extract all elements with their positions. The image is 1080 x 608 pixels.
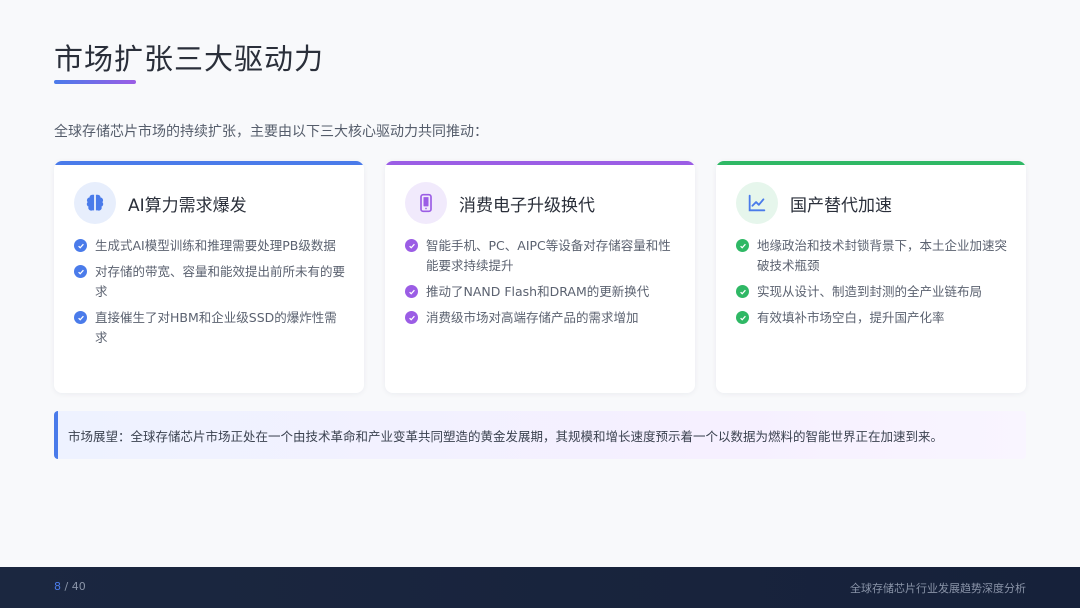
market-outlook-note: 市场展望：全球存储芯片市场正处在一个由技术革命和产业变革共同塑造的黄金发展期，其… xyxy=(54,411,1026,459)
list-item: 对存储的带宽、容量和能效提出前所未有的要求 xyxy=(74,262,346,302)
check-circle-icon xyxy=(736,285,749,298)
card-accent-bar xyxy=(385,161,695,165)
list-item: 推动了NAND Flash和DRAM的更新换代 xyxy=(405,282,677,302)
list-item-text: 有效填补市场空白，提升国产化率 xyxy=(757,310,945,325)
card-title: AI算力需求爆发 xyxy=(128,195,247,216)
list-item: 实现从设计、制造到封测的全产业链布局 xyxy=(736,282,1008,302)
deck-title: 全球存储芯片行业发展趋势深度分析 xyxy=(850,582,1026,595)
check-circle-icon xyxy=(74,311,87,324)
list-item-text: 直接催生了对HBM和企业级SSD的爆炸性需求 xyxy=(95,310,337,345)
footer-bar: 8 / 40 全球存储芯片行业发展趋势深度分析 xyxy=(0,567,1080,608)
page-indicator: 8 / 40 xyxy=(54,580,86,593)
check-circle-icon xyxy=(736,311,749,324)
smartphone-icon xyxy=(405,182,447,224)
slide-title: 市场扩张三大驱动力 xyxy=(54,42,325,76)
title-underline xyxy=(54,80,136,84)
list-item: 地缘政治和技术封锁背景下，本土企业加速突破技术瓶颈 xyxy=(736,236,1008,276)
total-pages: / 40 xyxy=(64,580,86,593)
check-circle-icon xyxy=(405,285,418,298)
driver-card-ai: AI算力需求爆发 生成式AI模型训练和推理需要处理PB级数据 对存储的带宽、容量… xyxy=(54,161,364,393)
list-item-text: 智能手机、PC、AIPC等设备对存储容量和性能要求持续提升 xyxy=(426,238,671,273)
brain-icon xyxy=(74,182,116,224)
check-circle-icon xyxy=(736,239,749,252)
current-page: 8 xyxy=(54,580,61,593)
driver-card-consumer-electronics: 消费电子升级换代 智能手机、PC、AIPC等设备对存储容量和性能要求持续提升 推… xyxy=(385,161,695,393)
list-item-text: 地缘政治和技术封锁背景下，本土企业加速突破技术瓶颈 xyxy=(757,238,1008,273)
card-accent-bar xyxy=(54,161,364,165)
card-title: 消费电子升级换代 xyxy=(459,195,595,216)
check-circle-icon xyxy=(74,265,87,278)
card-accent-bar xyxy=(716,161,1026,165)
list-item: 有效填补市场空白，提升国产化率 xyxy=(736,308,1008,328)
list-item: 智能手机、PC、AIPC等设备对存储容量和性能要求持续提升 xyxy=(405,236,677,276)
intro-text: 全球存储芯片市场的持续扩张，主要由以下三大核心驱动力共同推动： xyxy=(54,124,488,140)
list-item: 直接催生了对HBM和企业级SSD的爆炸性需求 xyxy=(74,308,346,348)
driver-card-domestic-substitution: 国产替代加速 地缘政治和技术封锁背景下，本土企业加速突破技术瓶颈 实现从设计、制… xyxy=(716,161,1026,393)
note-text: 市场展望：全球存储芯片市场正处在一个由技术革命和产业变革共同塑造的黄金发展期，其… xyxy=(68,428,944,444)
list-item-text: 推动了NAND Flash和DRAM的更新换代 xyxy=(426,284,650,299)
check-circle-icon xyxy=(74,239,87,252)
list-item: 消费级市场对高端存储产品的需求增加 xyxy=(405,308,677,328)
card-title: 国产替代加速 xyxy=(790,195,892,216)
check-circle-icon xyxy=(405,311,418,324)
list-item-text: 消费级市场对高端存储产品的需求增加 xyxy=(426,310,639,325)
list-item-text: 对存储的带宽、容量和能效提出前所未有的要求 xyxy=(95,264,346,299)
check-circle-icon xyxy=(405,239,418,252)
list-item-text: 实现从设计、制造到封测的全产业链布局 xyxy=(757,284,983,299)
trend-chart-icon xyxy=(736,182,778,224)
list-item-text: 生成式AI模型训练和推理需要处理PB级数据 xyxy=(95,238,336,253)
list-item: 生成式AI模型训练和推理需要处理PB级数据 xyxy=(74,236,346,256)
